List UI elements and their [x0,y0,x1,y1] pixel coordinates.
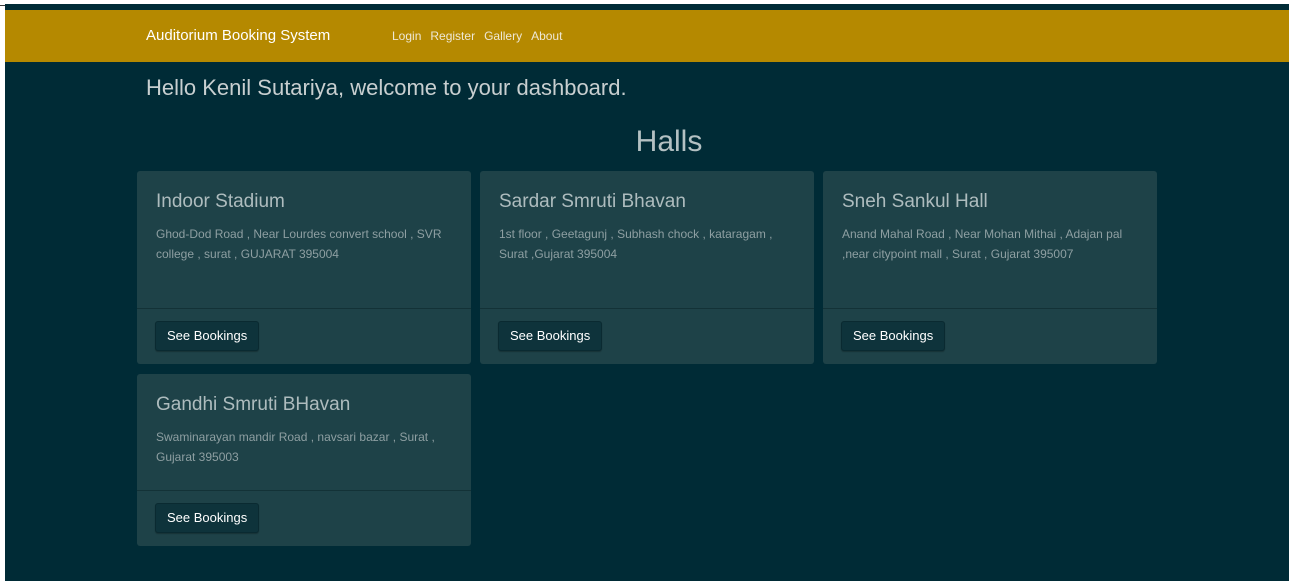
hall-name: Gandhi Smruti BHavan [156,394,351,415]
hall-address: Anand Mahal Road , Near Mohan Mithai , A… [842,227,1123,261]
see-bookings-button[interactable]: See Bookings [155,321,260,351]
halls-heading: Halls [635,125,703,158]
hall-address: Swaminarayan mandir Road , navsari bazar… [156,430,435,464]
see-bookings-button[interactable]: See Bookings [498,321,603,351]
hall-card: Sardar Smruti Bhavan 1st floor , Geetagu… [480,171,814,364]
hall-card-body: Sardar Smruti Bhavan 1st floor , Geetagu… [480,171,814,264]
hall-name: Indoor Stadium [156,191,285,212]
hall-address: 1st floor , Geetagunj , Subhash chock , … [499,227,773,261]
hall-card: Sneh Sankul Hall Anand Mahal Road , Near… [823,171,1157,364]
hall-name: Sneh Sankul Hall [842,191,988,212]
navbar: Auditorium Booking System Login Register… [5,10,1289,62]
hall-card-body: Sneh Sankul Hall Anand Mahal Road , Near… [823,171,1157,264]
hall-card-footer: See Bookings [480,308,814,364]
hall-name: Sardar Smruti Bhavan [499,191,686,212]
hall-card-body: Indoor Stadium Ghod-Dod Road , Near Lour… [137,171,471,264]
nav-gallery-link[interactable]: Gallery [484,29,522,43]
hall-address: Ghod-Dod Road , Near Lourdes convert sch… [156,227,442,261]
hall-card: Gandhi Smruti BHavan Swaminarayan mandir… [137,374,471,546]
hall-card-body: Gandhi Smruti BHavan Swaminarayan mandir… [137,374,471,467]
see-bookings-button[interactable]: See Bookings [155,503,260,533]
nav-login-link[interactable]: Login [392,29,421,43]
hall-card-footer: See Bookings [823,308,1157,364]
hall-card-footer: See Bookings [137,490,471,546]
nav-links: Login Register Gallery About [392,29,562,43]
welcome-message: Hello Kenil Sutariya, welcome to your da… [146,75,627,100]
nav-about-link[interactable]: About [531,29,562,43]
page-frame: Auditorium Booking System Login Register… [5,4,1289,581]
brand-link[interactable]: Auditorium Booking System [146,27,330,44]
hall-card: Indoor Stadium Ghod-Dod Road , Near Lour… [137,171,471,364]
see-bookings-button[interactable]: See Bookings [841,321,946,351]
hall-card-footer: See Bookings [137,308,471,364]
nav-register-link[interactable]: Register [430,29,475,43]
